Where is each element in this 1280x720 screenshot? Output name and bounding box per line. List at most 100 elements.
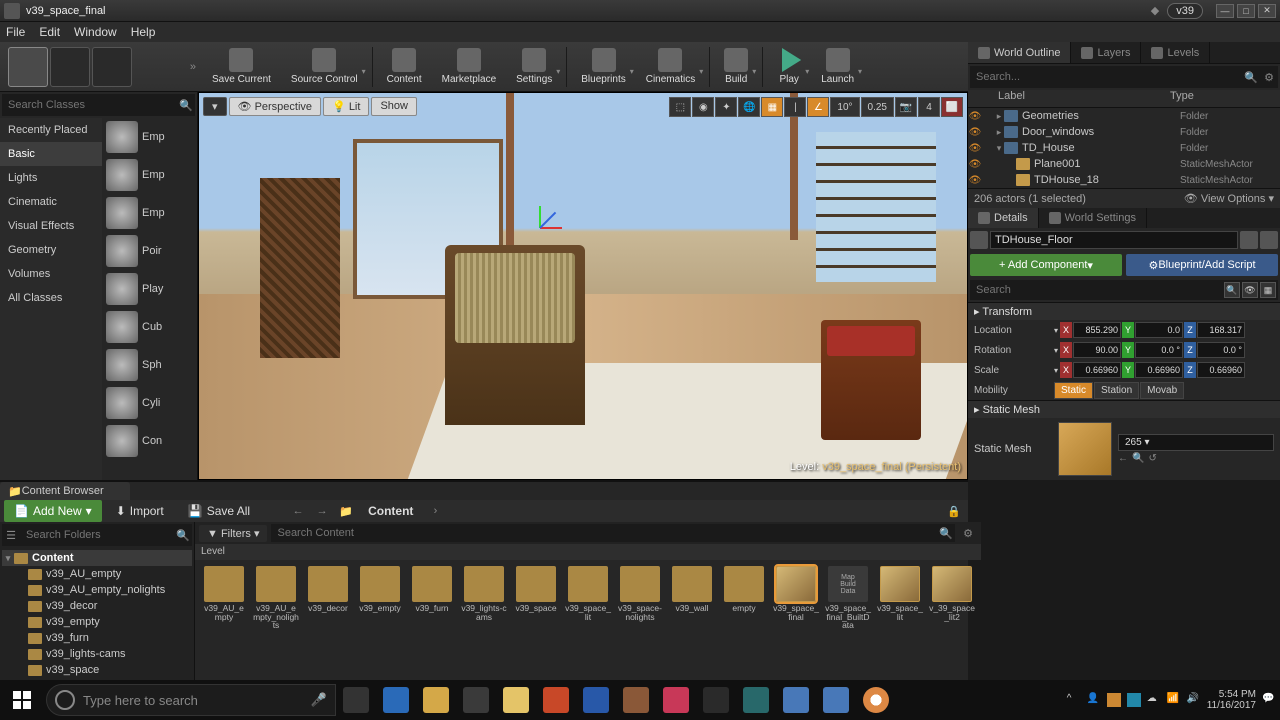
visibility-icon[interactable]: 👁 bbox=[968, 175, 982, 186]
outliner-tree[interactable]: 👁 ▸ Geometries Folder👁 ▸ Door_windows Fo… bbox=[968, 108, 1280, 188]
asset-item[interactable]: empty bbox=[721, 566, 767, 613]
snap-angle-value[interactable]: 10° bbox=[830, 97, 859, 117]
details-search[interactable]: 🔍👁▦ bbox=[970, 280, 1278, 300]
cat-recently-placed[interactable]: Recently Placed bbox=[0, 118, 102, 142]
scale-x-input[interactable] bbox=[1073, 362, 1121, 378]
breadcrumb[interactable]: Content bbox=[360, 504, 421, 518]
asset-item[interactable]: MapBuildDatav39_space_final_BuiltData bbox=[825, 566, 871, 630]
expand-icon[interactable]: ▸ bbox=[994, 111, 1004, 122]
toggle-tree-icon[interactable]: ☰ bbox=[2, 529, 20, 542]
place-item[interactable]: Cub bbox=[102, 308, 197, 346]
asset-item[interactable]: v39_lights-cams bbox=[461, 566, 507, 621]
visibility-icon[interactable]: 👁 bbox=[968, 111, 982, 122]
source-control-button[interactable]: Source Control▾ bbox=[281, 43, 368, 91]
menu-edit[interactable]: Edit bbox=[39, 25, 60, 39]
expand-icon[interactable]: ▸ bbox=[994, 127, 1004, 138]
asset-item[interactable]: v39_AU_empty_nolights bbox=[253, 566, 299, 630]
tray-shield-icon[interactable] bbox=[1107, 693, 1121, 707]
rot-z-input[interactable] bbox=[1197, 342, 1245, 358]
place-item[interactable]: Poir bbox=[102, 232, 197, 270]
marketplace-button[interactable]: Marketplace bbox=[432, 43, 506, 91]
tb-app1-icon[interactable] bbox=[616, 680, 656, 720]
place-item[interactable]: Sph bbox=[102, 346, 197, 384]
menu-help[interactable]: Help bbox=[131, 25, 156, 39]
filter-icon[interactable]: ⚙ bbox=[1260, 71, 1278, 84]
outliner-row[interactable]: 👁 ▸ Geometries Folder bbox=[968, 108, 1280, 124]
modes-expand-icon[interactable]: » bbox=[190, 61, 196, 73]
mode-place-icon[interactable] bbox=[8, 47, 48, 87]
transform-icon[interactable]: ✦ bbox=[715, 97, 737, 117]
outliner-row[interactable]: 👁 ▾ TD_House Folder bbox=[968, 140, 1280, 156]
rot-y-input[interactable] bbox=[1135, 342, 1183, 358]
visibility-icon[interactable]: 👁 bbox=[968, 143, 982, 154]
task-view-icon[interactable] bbox=[336, 680, 376, 720]
folder-icon[interactable]: 📁 bbox=[336, 505, 356, 518]
tray-av-icon[interactable] bbox=[1127, 693, 1141, 707]
tb-3dsmax-icon[interactable] bbox=[736, 680, 776, 720]
lock-icon[interactable] bbox=[1240, 231, 1258, 249]
tb-powerpoint-icon[interactable] bbox=[536, 680, 576, 720]
tb-edge-icon[interactable] bbox=[376, 680, 416, 720]
asset-item[interactable]: v39_space_lit bbox=[565, 566, 611, 621]
expand-icon[interactable]: ▾ bbox=[994, 143, 1004, 154]
mesh-browse-icon[interactable]: 🔍 bbox=[1132, 453, 1144, 464]
add-component-button[interactable]: + Add Component ▾ bbox=[970, 254, 1122, 276]
outliner-search[interactable]: 🔍 ⚙ bbox=[970, 66, 1278, 88]
cat-all-classes[interactable]: All Classes bbox=[0, 286, 102, 310]
cat-geometry[interactable]: Geometry bbox=[0, 238, 102, 262]
tb-app3-icon[interactable] bbox=[776, 680, 816, 720]
tray-clock[interactable]: 5:54 PM 11/16/2017 bbox=[1207, 689, 1256, 711]
mesh-thumbnail-icon[interactable] bbox=[1058, 422, 1112, 476]
notification-icon[interactable]: ◆ bbox=[1151, 4, 1159, 17]
asset-item[interactable]: v39_decor bbox=[305, 566, 351, 613]
mode-paint-icon[interactable] bbox=[50, 47, 90, 87]
view-options-button[interactable]: 👁 View Options ▾ bbox=[1184, 192, 1274, 205]
viewport-options-button[interactable]: ▾ bbox=[203, 97, 227, 116]
search-folders-input[interactable]: ☰ 🔍 bbox=[2, 524, 192, 546]
tray-network-icon[interactable]: 📶 bbox=[1167, 693, 1181, 707]
tb-epic-icon[interactable] bbox=[696, 680, 736, 720]
build-button[interactable]: Build▾ bbox=[714, 43, 758, 91]
realtime-icon[interactable]: ◉ bbox=[692, 97, 714, 117]
blueprints-button[interactable]: Blueprints▾ bbox=[571, 43, 635, 91]
place-item[interactable]: Con bbox=[102, 422, 197, 460]
snap-scale-value[interactable]: 0.25 bbox=[861, 97, 894, 117]
cat-cinematic[interactable]: Cinematic bbox=[0, 190, 102, 214]
asset-item[interactable]: v39_AU_empty bbox=[201, 566, 247, 621]
tab-layers[interactable]: Layers bbox=[1071, 42, 1141, 63]
search-content-input[interactable]: 🔍 bbox=[271, 524, 955, 542]
cat-visual-effects[interactable]: Visual Effects bbox=[0, 214, 102, 238]
viewport[interactable]: ▾ 👁 Perspective 💡 Lit Show ⬚ ◉ ✦ 🌐 ▦ | ∠… bbox=[198, 92, 968, 480]
tb-explorer-icon[interactable] bbox=[416, 680, 456, 720]
mobility-movable[interactable]: Movab bbox=[1140, 382, 1184, 399]
tray-onedrive-icon[interactable]: ☁ bbox=[1147, 693, 1161, 707]
maximize-button[interactable]: □ bbox=[1237, 4, 1255, 18]
play-button[interactable]: Play▾ bbox=[767, 43, 811, 91]
tree-item[interactable]: v39_space bbox=[2, 662, 192, 678]
assets-grid[interactable]: v39_AU_emptyv39_AU_empty_nolightsv39_dec… bbox=[195, 560, 981, 694]
asset-item[interactable]: v39_space_final bbox=[773, 566, 819, 621]
snap-grid-icon[interactable]: ▦ bbox=[761, 97, 783, 117]
blueprint-button[interactable]: ⚙ Blueprint/Add Script bbox=[1126, 254, 1278, 276]
mesh-use-icon[interactable]: ← bbox=[1118, 453, 1128, 464]
game-view-icon[interactable]: ⬚ bbox=[669, 97, 691, 117]
maximize-viewport-icon[interactable]: ⬜ bbox=[941, 97, 963, 117]
rot-x-input[interactable] bbox=[1073, 342, 1121, 358]
section-static-mesh[interactable]: ▸ Static Mesh bbox=[968, 400, 1280, 418]
place-item[interactable]: Play bbox=[102, 270, 197, 308]
outliner-row[interactable]: 👁 ▸ Door_windows Folder bbox=[968, 124, 1280, 140]
tab-levels[interactable]: Levels bbox=[1141, 42, 1210, 63]
tree-root[interactable]: ▾Content bbox=[2, 550, 192, 566]
asset-item[interactable]: v_39_space_lit2 bbox=[929, 566, 975, 621]
mode-landscape-icon[interactable] bbox=[92, 47, 132, 87]
mic-icon[interactable]: 🎤 bbox=[311, 692, 327, 708]
show-button[interactable]: Show bbox=[371, 97, 417, 116]
tab-content-browser[interactable]: 📁 Content Browser bbox=[0, 482, 130, 500]
tray-people-icon[interactable]: 👤 bbox=[1087, 693, 1101, 707]
menu-window[interactable]: Window bbox=[74, 25, 117, 39]
coord-icon[interactable]: 🌐 bbox=[738, 97, 760, 117]
grid-icon[interactable]: ▦ bbox=[1260, 282, 1276, 298]
start-button[interactable] bbox=[0, 680, 44, 720]
asset-item[interactable]: v39_space_lit bbox=[877, 566, 923, 621]
nav-fwd-icon[interactable]: → bbox=[312, 505, 332, 517]
